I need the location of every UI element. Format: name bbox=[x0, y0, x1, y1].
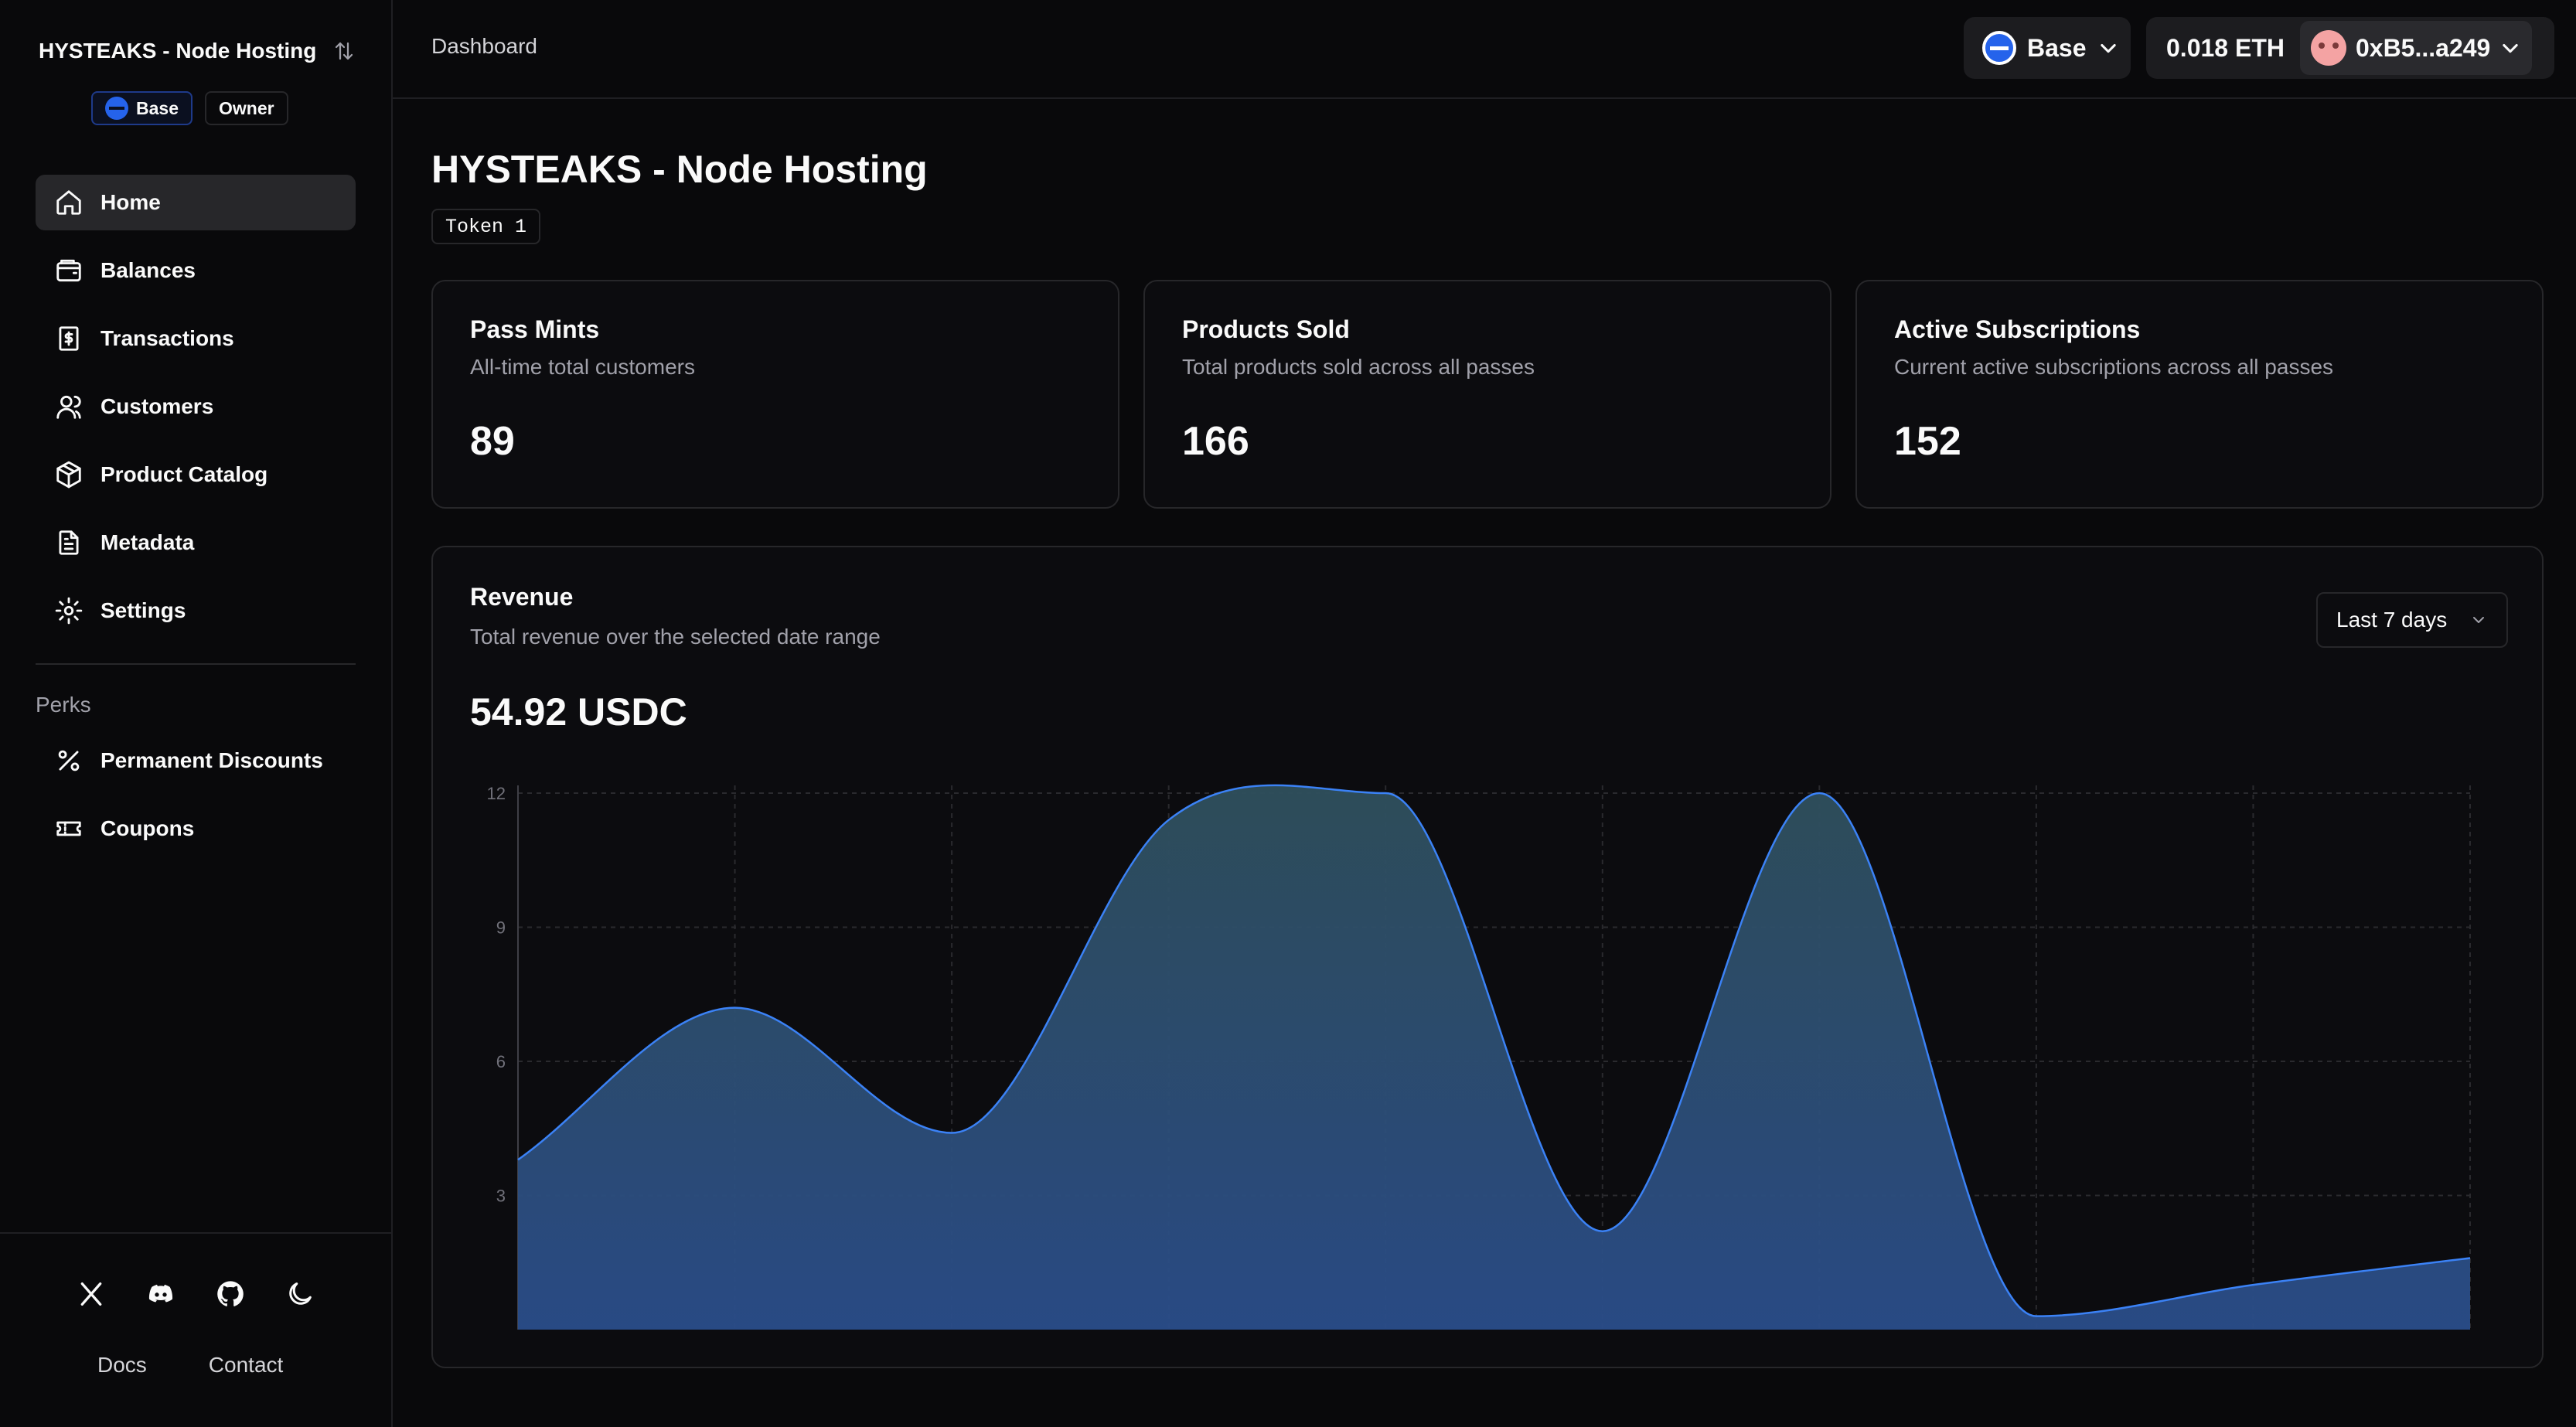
role-badge: Owner bbox=[204, 91, 288, 125]
sidebar-item-home[interactable]: Home bbox=[36, 175, 356, 230]
sidebar-footer: Docs Contact bbox=[0, 1232, 391, 1427]
sidebar-item-label: Product Catalog bbox=[101, 462, 268, 486]
contact-link[interactable]: Contact bbox=[209, 1353, 284, 1378]
eth-balance: 0.018 ETH bbox=[2166, 33, 2285, 62]
top-bar: Dashboard Base 0.018 ETH 0xB5...a249 bbox=[393, 0, 2576, 99]
social-links bbox=[76, 1279, 315, 1310]
sidebar-nav: Home Balances Transactions Customers Pro… bbox=[36, 175, 356, 651]
token-tag: Token 1 bbox=[431, 209, 541, 244]
avatar bbox=[2310, 30, 2346, 66]
sidebar-item-label: Home bbox=[101, 190, 161, 214]
y-tick-label: 6 bbox=[496, 1052, 506, 1071]
stat-value: 89 bbox=[470, 419, 515, 464]
docs-link[interactable]: Docs bbox=[97, 1353, 147, 1378]
stat-card-active-subscriptions: Active Subscriptions Current active subs… bbox=[1855, 280, 2544, 509]
breadcrumb[interactable]: Dashboard bbox=[431, 34, 537, 59]
sidebar-item-label: Balances bbox=[101, 258, 196, 282]
wallet-button[interactable]: 0.018 ETH 0xB5...a249 bbox=[2146, 17, 2554, 79]
revenue-chart: 3 6 9 12 bbox=[487, 784, 2471, 1330]
x-icon[interactable] bbox=[76, 1279, 107, 1310]
sidebar-item-coupons[interactable]: Coupons bbox=[36, 801, 356, 857]
stat-description: All-time total customers bbox=[470, 355, 695, 379]
sidebar-item-transactions[interactable]: Transactions bbox=[36, 311, 356, 366]
home-icon bbox=[54, 188, 83, 217]
y-tick-label: 9 bbox=[496, 918, 506, 938]
revenue-area bbox=[518, 785, 2470, 1330]
stat-description: Total products sold across all passes bbox=[1182, 355, 1535, 379]
sidebar-item-label: Coupons bbox=[101, 816, 195, 840]
swap-vertical-icon[interactable] bbox=[332, 39, 356, 63]
footer-links: Docs Contact bbox=[97, 1353, 283, 1378]
sidebar-item-label: Permanent Discounts bbox=[101, 748, 323, 772]
gear-icon bbox=[54, 596, 83, 625]
revenue-title: Revenue bbox=[470, 583, 574, 611]
moon-icon[interactable] bbox=[285, 1279, 315, 1310]
perks-nav: Permanent Discounts Coupons bbox=[36, 733, 356, 869]
project-name: HYSTEAKS - Node Hosting bbox=[39, 39, 317, 63]
network-selector[interactable]: Base bbox=[1964, 17, 2131, 79]
stat-value: 152 bbox=[1894, 419, 1961, 464]
stat-title: Active Subscriptions bbox=[1894, 315, 2141, 343]
sidebar-item-label: Transactions bbox=[101, 326, 234, 350]
app-root: HYSTEAKS - Node Hosting Base Owner Home bbox=[0, 0, 2576, 1427]
base-logo-icon bbox=[1982, 31, 2016, 65]
file-text-icon bbox=[54, 528, 83, 557]
account-chip[interactable]: 0xB5...a249 bbox=[2299, 21, 2533, 75]
sidebar-item-label: Settings bbox=[101, 598, 186, 622]
github-icon[interactable] bbox=[215, 1279, 246, 1310]
percent-icon bbox=[54, 746, 83, 775]
stat-title: Products Sold bbox=[1182, 315, 1350, 343]
dollar-receipt-icon bbox=[54, 324, 83, 353]
sidebar-item-metadata[interactable]: Metadata bbox=[36, 515, 356, 570]
date-range-value: Last 7 days bbox=[2336, 608, 2448, 632]
revenue-description: Total revenue over the selected date ran… bbox=[470, 625, 881, 649]
revenue-card: 3 6 9 12 Revenue Total revenue over the sel… bbox=[431, 546, 2544, 1368]
discord-icon[interactable] bbox=[145, 1279, 176, 1310]
page-title: HYSTEAKS - Node Hosting bbox=[431, 148, 928, 191]
wallet-address: 0xB5...a249 bbox=[2355, 33, 2491, 62]
sidebar-item-settings[interactable]: Settings bbox=[36, 583, 356, 639]
stat-value: 166 bbox=[1182, 419, 1249, 464]
chevron-down-icon bbox=[2469, 611, 2488, 629]
chain-badge: Base bbox=[91, 91, 193, 125]
sidebar-item-label: Customers bbox=[101, 394, 214, 418]
package-icon bbox=[54, 460, 83, 489]
project-badges: Base Owner bbox=[91, 91, 288, 125]
base-logo-icon bbox=[105, 97, 128, 120]
stat-card-products-sold: Products Sold Total products sold across… bbox=[1143, 280, 1831, 509]
stat-card-pass-mints: Pass Mints All-time total customers 89 bbox=[431, 280, 1119, 509]
project-switcher[interactable]: HYSTEAKS - Node Hosting bbox=[39, 34, 356, 68]
revenue-total: 54.92 USDC bbox=[470, 690, 687, 734]
sidebar: HYSTEAKS - Node Hosting Base Owner Home bbox=[0, 0, 393, 1427]
chevron-down-icon bbox=[2499, 37, 2521, 59]
y-tick-label: 12 bbox=[487, 784, 506, 803]
sidebar-divider bbox=[36, 663, 356, 665]
chain-badge-label: Base bbox=[136, 97, 179, 118]
sidebar-item-customers[interactable]: Customers bbox=[36, 379, 356, 434]
sidebar-item-label: Metadata bbox=[101, 530, 195, 554]
y-tick-label: 3 bbox=[496, 1187, 506, 1206]
network-label: Base bbox=[2027, 33, 2087, 62]
chevron-down-icon bbox=[2097, 37, 2119, 59]
ticket-icon bbox=[54, 814, 83, 843]
wallet-icon bbox=[54, 256, 83, 285]
sidebar-item-product-catalog[interactable]: Product Catalog bbox=[36, 447, 356, 502]
date-range-select[interactable]: Last 7 days bbox=[2316, 592, 2508, 648]
sidebar-item-permanent-discounts[interactable]: Permanent Discounts bbox=[36, 733, 356, 788]
sidebar-item-balances[interactable]: Balances bbox=[36, 243, 356, 298]
stat-description: Current active subscriptions across all … bbox=[1894, 355, 2334, 379]
stat-title: Pass Mints bbox=[470, 315, 600, 343]
perks-section-label: Perks bbox=[36, 693, 91, 717]
user-icon bbox=[54, 392, 83, 421]
